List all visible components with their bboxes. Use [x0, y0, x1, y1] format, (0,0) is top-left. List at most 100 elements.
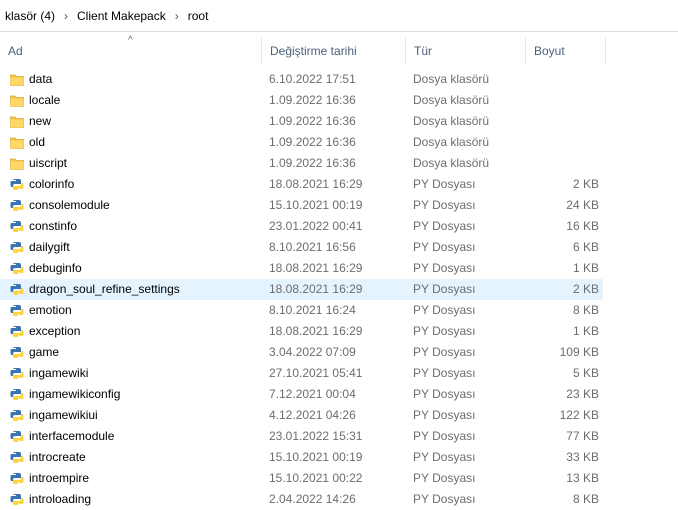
- column-header-date[interactable]: Değiştirme tarihi: [262, 38, 406, 64]
- file-type: PY Dosyası: [413, 324, 476, 338]
- file-name[interactable]: emotion: [29, 300, 72, 321]
- file-size: 8 KB: [572, 303, 599, 317]
- python-file-icon: [10, 493, 24, 506]
- file-row[interactable]: new 1.09.2022 16:36 Dosya klasörü: [0, 111, 603, 132]
- file-date: 1.09.2022 16:36: [269, 114, 356, 128]
- file-size: 13 KB: [566, 471, 599, 485]
- file-name[interactable]: new: [29, 111, 51, 132]
- file-name[interactable]: data: [29, 69, 52, 90]
- file-row[interactable]: data 6.10.2022 17:51 Dosya klasörü: [0, 69, 603, 90]
- file-name[interactable]: introcreate: [29, 447, 86, 468]
- file-type: PY Dosyası: [413, 366, 476, 380]
- file-type: PY Dosyası: [413, 240, 476, 254]
- file-name[interactable]: game: [29, 342, 59, 363]
- file-type: PY Dosyası: [413, 282, 476, 296]
- file-name[interactable]: consolemodule: [29, 195, 110, 216]
- file-type: PY Dosyası: [413, 219, 476, 233]
- file-type: PY Dosyası: [413, 450, 476, 464]
- column-header-row: Ad Değiştirme tarihi Tür Boyut: [0, 38, 678, 64]
- file-row[interactable]: introempire 15.10.2021 00:22 PY Dosyası 13 …: [0, 468, 603, 489]
- file-name[interactable]: constinfo: [29, 216, 77, 237]
- file-row[interactable]: emotion 8.10.2021 16:24 PY Dosyası 8 KB: [0, 300, 603, 321]
- file-row[interactable]: interfacemodule 23.01.2022 15:31 PY Dosyas…: [0, 426, 603, 447]
- file-name[interactable]: ingamewikiui: [29, 405, 98, 426]
- file-size: 77 KB: [566, 429, 599, 443]
- file-row[interactable]: constinfo 23.01.2022 00:41 PY Dosyası 16 KB: [0, 216, 603, 237]
- python-file-icon: [10, 283, 24, 296]
- python-file-icon: [10, 388, 24, 401]
- file-row[interactable]: game 3.04.2022 07:09 PY Dosyası 109 KB: [0, 342, 603, 363]
- file-name[interactable]: dailygift: [29, 237, 70, 258]
- breadcrumb: klasör (4) › Client Makepack › root: [0, 0, 678, 32]
- breadcrumb-item-client-makepack[interactable]: Client Makepack: [75, 9, 168, 23]
- file-name[interactable]: dragon_soul_refine_settings: [29, 279, 180, 300]
- column-header-name[interactable]: Ad: [0, 38, 262, 64]
- file-row[interactable]: exception 18.08.2021 16:29 PY Dosyası 1 KB: [0, 321, 603, 342]
- file-size: [527, 69, 599, 90]
- file-date: 18.08.2021 16:29: [269, 261, 363, 275]
- file-date: 1.09.2022 16:36: [269, 156, 356, 170]
- file-date: 15.10.2021 00:19: [269, 450, 363, 464]
- python-file-icon: [10, 451, 24, 464]
- file-row[interactable]: ingamewikiconfig 7.12.2021 00:04 PY Dosyas…: [0, 384, 603, 405]
- file-name[interactable]: interfacemodule: [29, 426, 114, 447]
- file-name[interactable]: old: [29, 132, 45, 153]
- file-row[interactable]: introcreate 15.10.2021 00:19 PY Dosyası 33 …: [0, 447, 603, 468]
- file-date: 8.10.2021 16:56: [269, 240, 356, 254]
- chevron-right-icon[interactable]: ›: [57, 9, 75, 23]
- folder-icon: [10, 136, 24, 149]
- file-type: PY Dosyası: [413, 387, 476, 401]
- file-row[interactable]: ingamewikiui 4.12.2021 04:26 PY Dosyası 122…: [0, 405, 603, 426]
- file-date: 23.01.2022 00:41: [269, 219, 363, 233]
- python-file-icon: [10, 325, 24, 338]
- file-name[interactable]: debuginfo: [29, 258, 82, 279]
- file-row[interactable]: debuginfo 18.08.2021 16:29 PY Dosyası 1 KB: [0, 258, 603, 279]
- file-size: 6 KB: [572, 240, 599, 254]
- file-type: PY Dosyası: [413, 261, 476, 275]
- file-date: 15.10.2021 00:22: [269, 471, 363, 485]
- breadcrumb-item-root[interactable]: root: [186, 9, 211, 23]
- file-date: 2.04.2022 14:26: [269, 492, 356, 506]
- file-date: 18.08.2021 16:29: [269, 177, 363, 191]
- file-size: [527, 153, 599, 174]
- file-name[interactable]: ingamewikiconfig: [29, 384, 120, 405]
- file-type: PY Dosyası: [413, 408, 476, 422]
- python-file-icon: [10, 430, 24, 443]
- file-name[interactable]: uiscript: [29, 153, 67, 174]
- file-row[interactable]: dragon_soul_refine_settings 18.08.2021 16…: [0, 279, 603, 300]
- python-file-icon: [10, 199, 24, 212]
- file-date: 18.08.2021 16:29: [269, 324, 363, 338]
- file-type: PY Dosyası: [413, 429, 476, 443]
- folder-icon: [10, 94, 24, 107]
- file-row[interactable]: dailygift 8.10.2021 16:56 PY Dosyası 6 KB: [0, 237, 603, 258]
- file-size: 2 KB: [572, 282, 599, 296]
- file-type: Dosya klasörü: [413, 156, 490, 170]
- file-date: 8.10.2021 16:24: [269, 303, 356, 317]
- column-header-type[interactable]: Tür: [406, 38, 526, 64]
- file-row[interactable]: uiscript 1.09.2022 16:36 Dosya klasörü: [0, 153, 603, 174]
- file-size: 109 KB: [559, 345, 599, 359]
- file-row[interactable]: colorinfo 18.08.2021 16:29 PY Dosyası 2 KB: [0, 174, 603, 195]
- file-row[interactable]: old 1.09.2022 16:36 Dosya klasörü: [0, 132, 603, 153]
- file-row[interactable]: introloading 2.04.2022 14:26 PY Dosyası 8 K…: [0, 489, 603, 510]
- python-file-icon: [10, 262, 24, 275]
- file-name[interactable]: exception: [29, 321, 80, 342]
- python-file-icon: [10, 472, 24, 485]
- file-name[interactable]: ingamewiki: [29, 363, 88, 384]
- file-row[interactable]: ingamewiki 27.10.2021 05:41 PY Dosyası 5 KB: [0, 363, 603, 384]
- column-header-size[interactable]: Boyut: [526, 38, 606, 64]
- file-type: PY Dosyası: [413, 492, 476, 506]
- file-name[interactable]: locale: [29, 90, 60, 111]
- file-row[interactable]: locale 1.09.2022 16:36 Dosya klasörü: [0, 90, 603, 111]
- chevron-right-icon[interactable]: ›: [168, 9, 186, 23]
- file-size: 1 KB: [572, 261, 599, 275]
- file-type: PY Dosyası: [413, 345, 476, 359]
- file-size: 122 KB: [559, 408, 599, 422]
- file-name[interactable]: introloading: [29, 489, 91, 510]
- file-name[interactable]: colorinfo: [29, 174, 74, 195]
- file-row[interactable]: consolemodule 15.10.2021 00:19 PY Dosyası 2…: [0, 195, 603, 216]
- file-type: Dosya klasörü: [413, 72, 490, 86]
- breadcrumb-item-folder4[interactable]: klasör (4): [3, 9, 57, 23]
- file-size: 1 KB: [572, 324, 599, 338]
- file-name[interactable]: introempire: [29, 468, 89, 489]
